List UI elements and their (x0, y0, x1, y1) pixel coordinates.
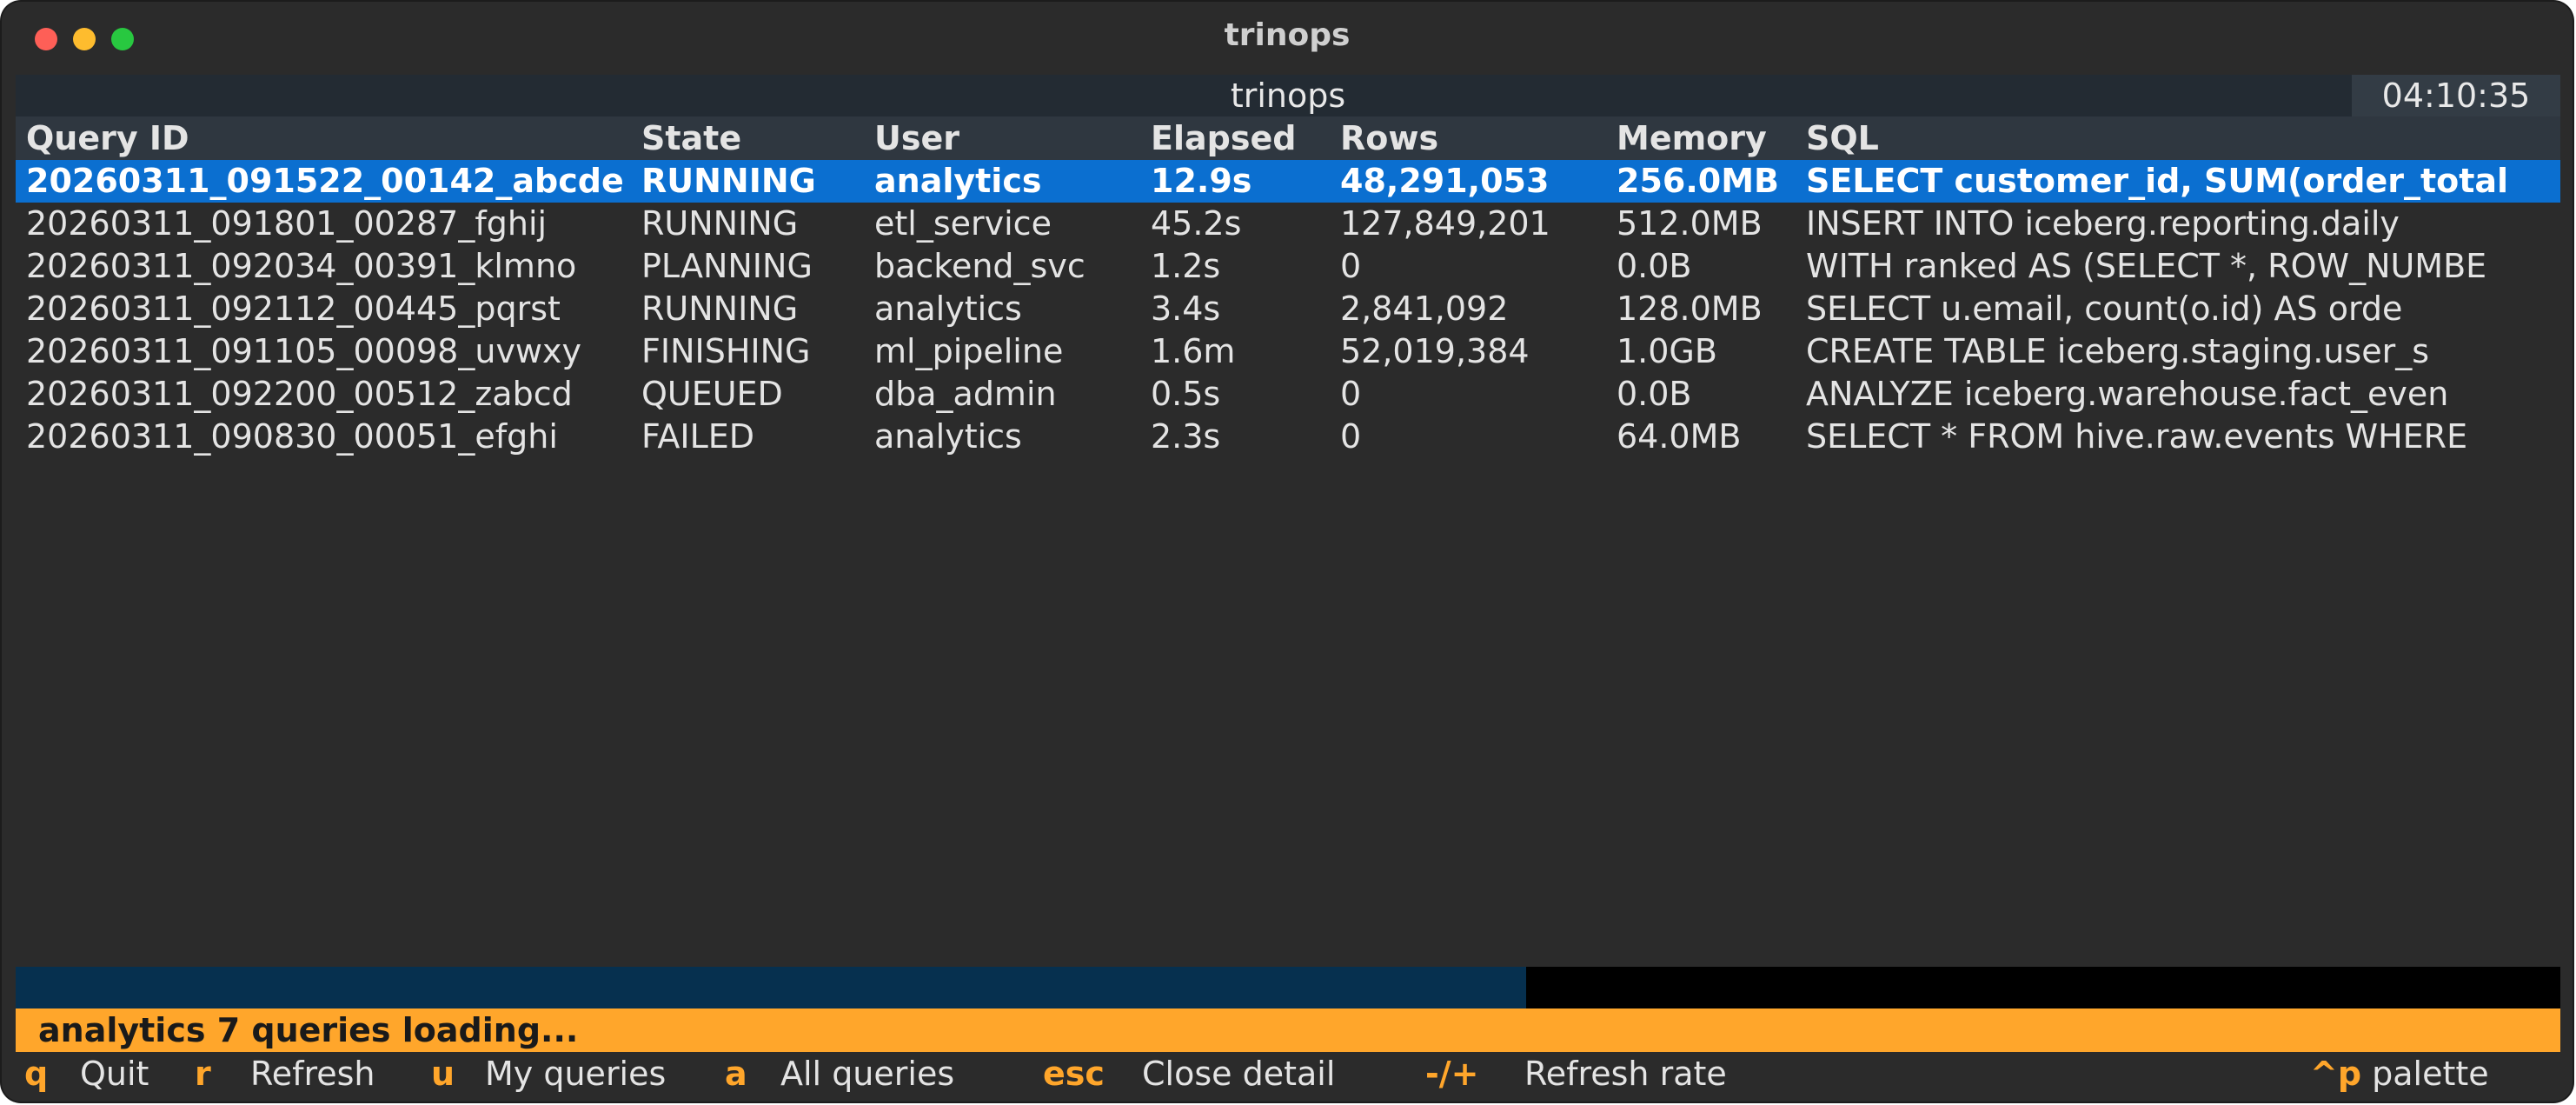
cell-memory: 0.0B (1617, 375, 1692, 413)
cell-rows: 0 (1340, 247, 1362, 285)
footer-label-close-detail[interactable]: Close detail (1142, 1052, 1335, 1095)
status-bar: analytics 7 queries loading... (16, 1008, 2560, 1052)
cell-rows: 52,019,384 (1340, 332, 1530, 370)
cell-elapsed: 1.2s (1151, 247, 1221, 285)
table-row[interactable]: 20260311_092200_00512_zabcd QUEUED dba_adm… (16, 373, 2560, 416)
cell-sql: SELECT * FROM hive.raw.events WHERE (1806, 417, 2468, 456)
table-header-row: Query ID State User Elapsed Rows Memory … (16, 116, 2560, 160)
cell-rows: 0 (1340, 375, 1362, 413)
cell-state: QUEUED (641, 375, 783, 413)
terminal-content: trinops 04:10:35 Query ID State User Ela… (16, 75, 2560, 1096)
footer-label-refresh[interactable]: Refresh (250, 1052, 375, 1095)
cell-sql: INSERT INTO iceberg.reporting.daily (1806, 204, 2400, 243)
footer-item-quit[interactable]: q (24, 1052, 48, 1095)
cell-query-id: 20260311_091105_00098_uvwxy (26, 332, 581, 370)
table-row[interactable]: 20260311_091801_00287_fghij RUNNING etl_se… (16, 203, 2560, 245)
footer-key-close-detail[interactable]: esc (1043, 1052, 1105, 1095)
cell-memory: 1.0GB (1617, 332, 1717, 370)
cell-state: FAILED (641, 417, 755, 456)
column-header-sql[interactable]: SQL (1806, 116, 2536, 160)
app-header: trinops 04:10:35 (16, 75, 2560, 116)
column-header-rows[interactable]: Rows (1340, 116, 1610, 160)
status-text: analytics 7 queries loading... (38, 1011, 579, 1049)
table-row[interactable]: 20260311_092034_00391_klmno PLANNING backe… (16, 245, 2560, 288)
cell-rows: 127,849,201 (1340, 204, 1550, 243)
cell-sql: SELECT u.email, count(o.id) AS orde (1806, 290, 2403, 328)
footer-label-all-queries[interactable]: All queries (780, 1052, 954, 1095)
cell-user: analytics (874, 290, 1022, 328)
cell-memory: 64.0MB (1617, 417, 1742, 456)
header-clock: 04:10:35 (2352, 75, 2560, 116)
terminal-window: trinops trinops 04:10:35 Query ID State … (2, 2, 2573, 1102)
cell-query-id: 20260311_090830_00051_efghi (26, 417, 558, 456)
footer-label-my-queries[interactable]: My queries (485, 1052, 666, 1095)
cell-memory: 0.0B (1617, 247, 1692, 285)
cell-sql: ANALYZE iceberg.warehouse.fact_even (1806, 375, 2449, 413)
table-body: 20260311_091522_00142_abcde RUNNING analyt… (16, 160, 2560, 458)
cell-rows: 0 (1340, 417, 1362, 456)
cell-state: RUNNING (641, 204, 799, 243)
cell-user: analytics (874, 162, 1042, 200)
queries-table: Query ID State User Elapsed Rows Memory … (16, 116, 2560, 458)
cell-sql: CREATE TABLE iceberg.staging.user_s (1806, 332, 2429, 370)
cell-state: FINISHING (641, 332, 811, 370)
footer-key: q (24, 1055, 49, 1093)
cell-user: etl_service (874, 204, 1052, 243)
cell-elapsed: 0.5s (1151, 375, 1221, 413)
cell-user: dba_admin (874, 375, 1057, 413)
cell-elapsed: 3.4s (1151, 290, 1221, 328)
cell-elapsed: 45.2s (1151, 204, 1242, 243)
cell-sql: SELECT customer_id, SUM(order_total (1806, 162, 2509, 200)
progress-fill (16, 967, 1526, 1008)
cell-user: analytics (874, 417, 1022, 456)
footer-key-refresh-rate[interactable]: -/+ (1425, 1052, 1479, 1095)
cell-sql: WITH ranked AS (SELECT *, ROW_NUMBE (1806, 247, 2487, 285)
cell-query-id: 20260311_091522_00142_abcde (26, 162, 624, 200)
footer-label-refresh-rate[interactable]: Refresh rate (1524, 1052, 1727, 1095)
progress-bar (16, 967, 2560, 1008)
cell-state: RUNNING (641, 290, 799, 328)
cell-user: ml_pipeline (874, 332, 1064, 370)
app-title: trinops (1230, 77, 1346, 115)
cell-state: PLANNING (641, 247, 813, 285)
table-row[interactable]: 20260311_092112_00445_pqrst RUNNING analyt… (16, 288, 2560, 330)
column-header-memory[interactable]: Memory (1617, 116, 1799, 160)
cell-query-id: 20260311_092112_00445_pqrst (26, 290, 561, 328)
title-bar: trinops (2, 2, 2573, 71)
palette-label: palette (2372, 1055, 2489, 1093)
cell-elapsed: 12.9s (1151, 162, 1252, 200)
palette-key: ^p (2310, 1055, 2362, 1093)
table-row[interactable]: 20260311_091522_00142_abcde RUNNING analyt… (16, 160, 2560, 203)
cell-memory: 512.0MB (1617, 204, 1763, 243)
table-row[interactable]: 20260311_091105_00098_uvwxy FINISHING ml_p… (16, 330, 2560, 373)
cell-state: RUNNING (641, 162, 816, 200)
footer-key-all-queries[interactable]: a (725, 1052, 747, 1095)
footer-label-quit[interactable]: Quit (80, 1052, 149, 1095)
cell-query-id: 20260311_091801_00287_fghij (26, 204, 548, 243)
cell-elapsed: 1.6m (1151, 332, 1236, 370)
table-row[interactable]: 20260311_090830_00051_efghi FAILED analyti… (16, 416, 2560, 458)
footer-key-my-queries[interactable]: u (431, 1052, 455, 1095)
column-header-query-id[interactable]: Query ID (26, 116, 634, 160)
cell-memory: 128.0MB (1617, 290, 1763, 328)
cell-rows: 2,841,092 (1340, 290, 1509, 328)
footer-key-refresh[interactable]: r (195, 1052, 211, 1095)
column-header-elapsed[interactable]: Elapsed (1151, 116, 1333, 160)
cell-query-id: 20260311_092200_00512_zabcd (26, 375, 573, 413)
cell-user: backend_svc (874, 247, 1086, 285)
cell-rows: 48,291,053 (1340, 162, 1550, 200)
cell-query-id: 20260311_092034_00391_klmno (26, 247, 577, 285)
window-title: trinops (1224, 17, 1351, 53)
keybinding-footer: q Quit r Refresh u My queries a All quer… (16, 1052, 2560, 1095)
footer-palette[interactable]: ^p palette (2310, 1052, 2489, 1095)
column-header-user[interactable]: User (874, 116, 1144, 160)
column-header-state[interactable]: State (641, 116, 867, 160)
cell-memory: 256.0MB (1617, 162, 1779, 200)
cell-elapsed: 2.3s (1151, 417, 1221, 456)
